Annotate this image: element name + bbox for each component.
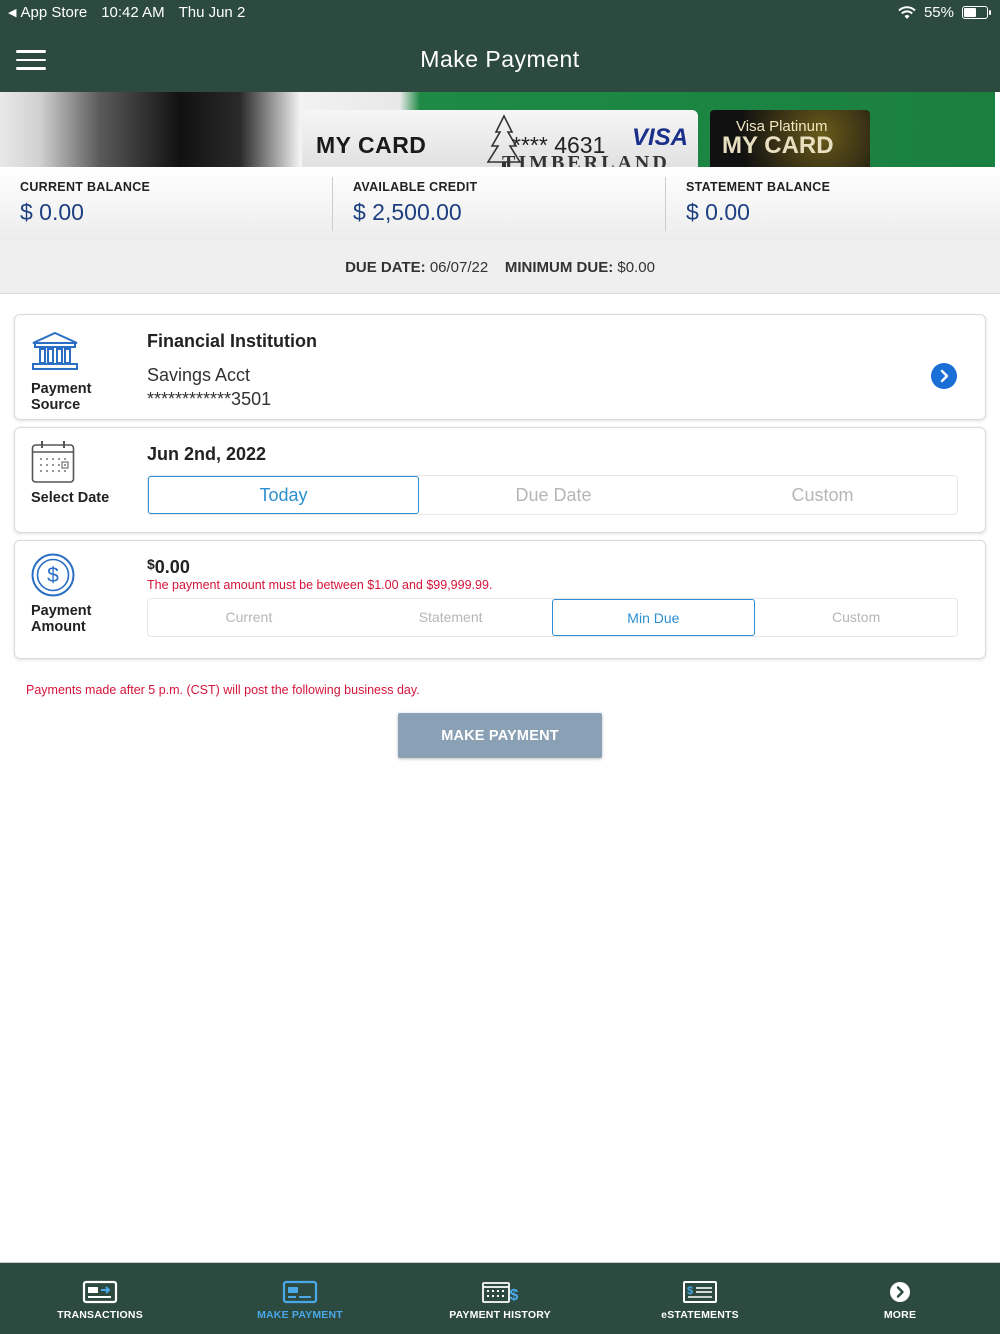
card-alt[interactable]: Visa Platinum MY CARD [710, 110, 870, 167]
amount-number: 0.00 [154, 557, 190, 577]
amount-option-custom[interactable]: Custom [755, 599, 957, 636]
payment-amount-section: $ Payment Amount $0.00 The payment amoun… [14, 540, 986, 659]
currency-symbol: $ [147, 556, 155, 572]
app-header: ◀ App Store 10:42 AM Thu Jun 2 55% Make … [0, 0, 1000, 92]
statement-balance: STATEMENT BALANCE $ 0.00 [666, 167, 1000, 241]
card-issuer: TIMBERLAND [502, 152, 670, 167]
calendar-icon [31, 441, 75, 483]
tab-transactions[interactable]: TRANSACTIONS [0, 1263, 200, 1334]
amount-option-current[interactable]: Current [148, 599, 350, 636]
tab-label: PAYMENT HISTORY [449, 1309, 551, 1321]
tab-make-payment[interactable]: MAKE PAYMENT [200, 1263, 400, 1334]
back-to-app-link[interactable]: App Store [20, 4, 87, 21]
minimum-due-label: MINIMUM DUE: [504, 259, 614, 276]
amount-error-message: The payment amount must be between $1.00… [147, 578, 493, 592]
payment-amount-label: Payment Amount [31, 603, 92, 635]
balance-value: $ 0.00 [20, 199, 84, 225]
available-credit: AVAILABLE CREDIT $ 2,500.00 [333, 167, 666, 241]
balance-summary: CURRENT BALANCE $ 0.00 AVAILABLE CREDIT … [0, 167, 1000, 241]
selected-date: Jun 2nd, 2022 [147, 444, 267, 464]
payment-source-section[interactable]: Payment Source Financial Institution Sav… [14, 314, 986, 420]
svg-text:$: $ [510, 1287, 519, 1304]
payment-history-icon: $ [482, 1282, 519, 1304]
balance-value: $ 2,500.00 [353, 199, 462, 225]
svg-text:$: $ [47, 564, 59, 587]
tab-more[interactable]: MORE [800, 1263, 1000, 1334]
select-date-section: Select Date Jun 2nd, 2022 Today Due Date… [14, 427, 986, 533]
tab-label: TRANSACTIONS [57, 1309, 143, 1321]
source-title: Financial Institution [147, 331, 317, 351]
status-time: 10:42 AM [101, 4, 165, 21]
source-account-name: Savings Acct [147, 365, 251, 385]
date-option-custom[interactable]: Custom [688, 476, 957, 514]
card-main[interactable]: MY CARD **** 4631 VISA TIMBERLAND [302, 110, 698, 167]
date-option-today[interactable]: Today [148, 476, 419, 514]
amount-option-group: Current Statement Min Due Custom [147, 598, 958, 637]
battery-icon [962, 6, 991, 19]
chevron-right-icon[interactable] [931, 363, 957, 389]
date-option-due-date[interactable]: Due Date [419, 476, 688, 514]
due-date-value: 06/07/22 [429, 259, 489, 276]
source-account-number: ************3501 [147, 389, 272, 409]
date-option-group: Today Due Date Custom [147, 475, 958, 515]
minimum-due-value: $0.00 [617, 259, 655, 276]
estatements-icon: $ [683, 1281, 717, 1303]
status-date: Thu Jun 2 [178, 4, 246, 21]
due-date-label: DUE DATE: [345, 259, 426, 276]
bank-icon [32, 331, 78, 370]
wifi-icon [898, 5, 916, 19]
balance-label: CURRENT BALANCE [20, 180, 151, 194]
payment-source-label: Payment Source [31, 381, 92, 413]
balance-value: $ 0.00 [686, 199, 750, 225]
select-date-label: Select Date [31, 490, 110, 506]
battery-level [964, 8, 976, 17]
tab-label: MAKE PAYMENT [257, 1309, 343, 1321]
due-info: DUE DATE: 06/07/22 MINIMUM DUE: $0.00 [0, 241, 1000, 294]
visa-logo: VISA [631, 124, 688, 151]
current-balance: CURRENT BALANCE $ 0.00 [0, 167, 333, 241]
tab-label: eSTATEMENTS [661, 1309, 739, 1321]
amount-option-min-due[interactable]: Min Due [551, 599, 756, 636]
balance-label: STATEMENT BALANCE [686, 180, 831, 194]
balance-label: AVAILABLE CREDIT [353, 180, 478, 194]
amount-value[interactable]: $0.00 [147, 556, 190, 578]
amount-option-statement[interactable]: Statement [350, 599, 552, 636]
tab-label: MORE [883, 1309, 917, 1321]
status-bar: ◀ App Store 10:42 AM Thu Jun 2 55% [0, 0, 1000, 26]
bottom-tab-bar: TRANSACTIONS MAKE PAYMENT $ PAYMENT HIST… [0, 1262, 1000, 1334]
transactions-icon [82, 1280, 118, 1304]
make-payment-button[interactable]: MAKE PAYMENT [398, 713, 602, 758]
back-triangle-icon[interactable]: ◀ [8, 6, 16, 19]
tab-estatements[interactable]: $ eSTATEMENTS [600, 1263, 800, 1334]
battery-percent: 55% [923, 4, 954, 21]
cutoff-notice: Payments made after 5 p.m. (CST) will po… [26, 683, 420, 697]
more-icon [890, 1282, 910, 1302]
make-payment-icon [282, 1280, 318, 1304]
dollar-icon: $ [31, 553, 75, 597]
svg-text:$: $ [687, 1285, 693, 1297]
card-name: MY CARD [316, 132, 427, 158]
card-carousel[interactable]: MY CARD **** 4631 VISA TIMBERLAND Visa P… [0, 92, 1000, 167]
card-alt-name: MY CARD [722, 132, 834, 159]
tab-payment-history[interactable]: $ PAYMENT HISTORY [400, 1263, 600, 1334]
page-title: Make Payment [420, 46, 580, 72]
